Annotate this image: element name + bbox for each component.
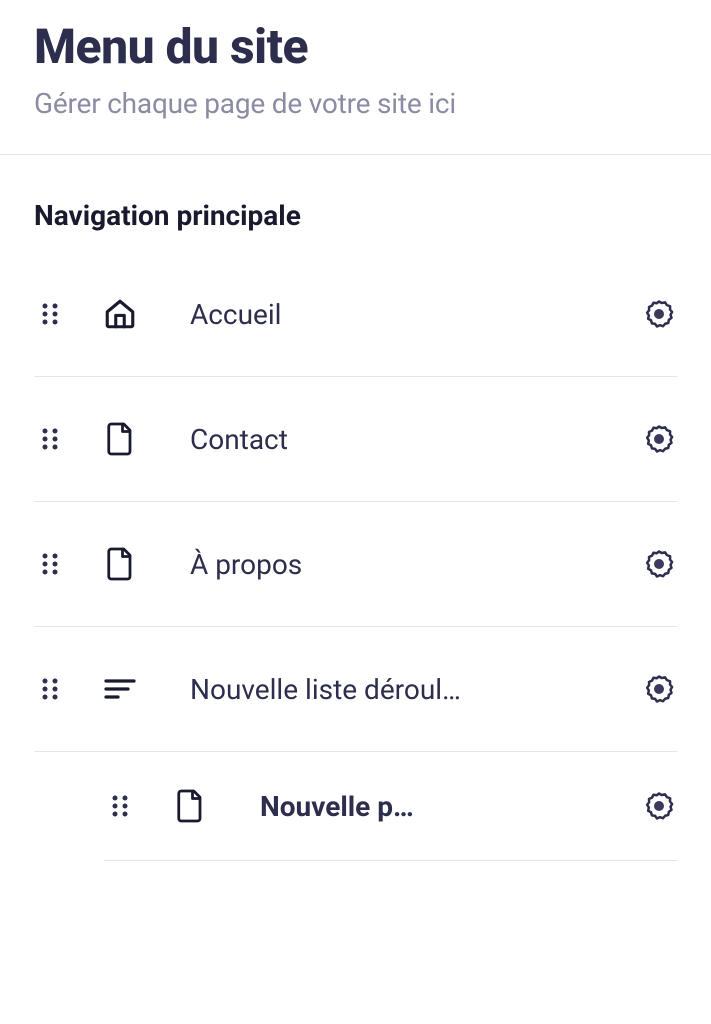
file-icon [90,546,150,582]
gear-icon [644,674,674,704]
menu-item-label: Contact [190,423,641,456]
menu-list: Accueil Contact [0,252,711,861]
settings-button[interactable] [641,296,677,332]
file-icon [160,788,220,824]
menu-item-a-propos[interactable]: À propos [34,502,677,627]
drag-handle-icon[interactable] [34,677,66,701]
settings-button[interactable] [641,671,677,707]
gear-icon [644,791,674,821]
menu-item-accueil[interactable]: Accueil [34,252,677,377]
menu-item-nouvelle-liste[interactable]: Nouvelle liste déroul… [34,627,677,752]
gear-icon [644,549,674,579]
file-icon [90,421,150,457]
settings-button[interactable] [641,421,677,457]
page-title: Menu du site [34,18,677,75]
menu-item-label: Accueil [190,298,641,331]
gear-icon [644,424,674,454]
list-icon [90,677,150,701]
drag-handle-icon[interactable] [34,552,66,576]
drag-handle-icon[interactable] [34,427,66,451]
home-icon [90,297,150,331]
drag-handle-icon[interactable] [34,302,66,326]
settings-button[interactable] [641,788,677,824]
gear-icon [644,299,674,329]
drag-handle-icon[interactable] [104,794,136,818]
menu-item-label: Nouvelle liste déroul… [190,673,641,706]
menu-item-nouvelle-page[interactable]: Nouvelle p… [104,752,677,861]
menu-item-contact[interactable]: Contact [34,377,677,502]
menu-item-label: À propos [190,548,641,581]
page-header: Menu du site Gérer chaque page de votre … [0,0,711,155]
settings-button[interactable] [641,546,677,582]
menu-item-label: Nouvelle p… [260,790,641,823]
page-subtitle: Gérer chaque page de votre site ici [34,87,677,120]
section-title: Navigation principale [0,155,711,252]
